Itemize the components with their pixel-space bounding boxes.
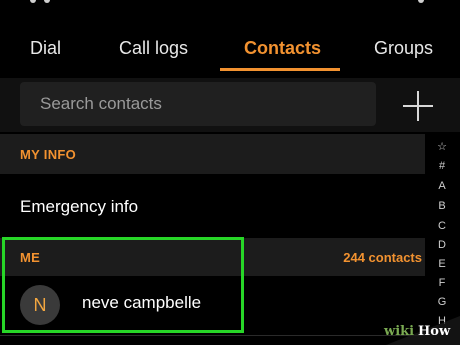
index-f[interactable]: F bbox=[427, 277, 457, 289]
contact-count: 244 contacts bbox=[343, 250, 422, 265]
tab-dial[interactable]: Dial bbox=[30, 38, 61, 59]
index-e[interactable]: E bbox=[427, 258, 457, 270]
tab-bar: Dial Call logs Contacts Groups bbox=[0, 24, 460, 74]
my-info-section-header: MY INFO bbox=[0, 134, 425, 174]
avatar: N bbox=[20, 285, 60, 325]
emergency-info-row[interactable]: Emergency info bbox=[0, 175, 425, 235]
wikihow-watermark: wiki How bbox=[372, 316, 460, 345]
status-icon bbox=[418, 0, 424, 3]
watermark-wiki: wiki bbox=[384, 324, 415, 339]
watermark-how: How bbox=[418, 324, 451, 339]
me-header: ME bbox=[20, 250, 41, 265]
index-star[interactable]: ☆ bbox=[427, 140, 457, 153]
index-g[interactable]: G bbox=[427, 296, 457, 308]
tab-contacts[interactable]: Contacts bbox=[244, 38, 321, 59]
tab-call-logs[interactable]: Call logs bbox=[119, 38, 188, 59]
status-icon bbox=[30, 0, 36, 3]
alphabet-index[interactable]: ☆ # A B C D E F G H bbox=[427, 140, 457, 345]
index-hash[interactable]: # bbox=[427, 160, 457, 172]
emergency-info-label: Emergency info bbox=[20, 197, 139, 216]
active-tab-indicator bbox=[220, 68, 340, 71]
divider bbox=[0, 335, 425, 336]
my-info-header: MY INFO bbox=[20, 147, 77, 162]
index-d[interactable]: D bbox=[427, 239, 457, 251]
contact-name: neve campbelle bbox=[82, 293, 202, 312]
status-icon bbox=[44, 0, 50, 3]
index-c[interactable]: C bbox=[427, 220, 457, 232]
me-section-header: ME 244 contacts bbox=[0, 238, 425, 276]
status-bar bbox=[0, 0, 460, 20]
index-b[interactable]: B bbox=[427, 200, 457, 212]
tab-groups[interactable]: Groups bbox=[374, 38, 433, 59]
search-row bbox=[0, 78, 460, 132]
my-contact-row[interactable]: N neve campbelle bbox=[0, 277, 425, 333]
index-a[interactable]: A bbox=[427, 180, 457, 192]
search-input[interactable] bbox=[20, 82, 376, 126]
add-contact-button[interactable] bbox=[400, 88, 436, 124]
